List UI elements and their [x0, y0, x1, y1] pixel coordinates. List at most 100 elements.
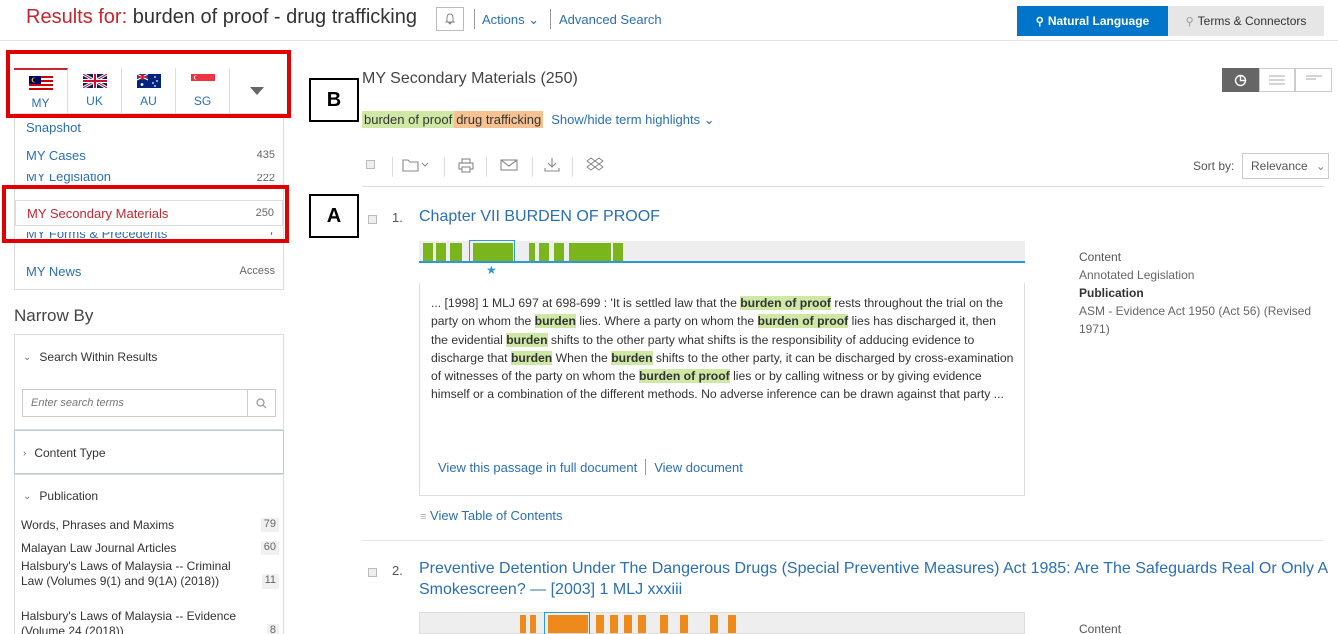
results-label: Results for: [26, 6, 128, 28]
hit-map-segment [520, 615, 526, 633]
publication-label: Halsbury's Laws of Malaysia -- Criminal … [21, 559, 231, 588]
search-within-title: Search Within Results [39, 350, 158, 364]
snippet-text: ... [1998] 1 MLJ 697 at 698-699 : 'It is… [431, 296, 741, 310]
meta-content-heading: Content [1079, 250, 1122, 264]
hit-map-segment [624, 615, 632, 633]
hit-map-segment [596, 615, 604, 633]
sidebar-item-legislation[interactable]: MY Legislation 222 [15, 174, 283, 184]
hit-map[interactable] [419, 240, 1025, 263]
view-toggle [1222, 68, 1333, 92]
term-highlight: burden of proof [362, 111, 455, 128]
search-icon: ⚲ [1035, 15, 1044, 28]
query-text: burden of proof - drug trafficking [132, 6, 417, 28]
search-icon: ⚲ [1185, 15, 1194, 28]
select-all-checkbox[interactable] [366, 160, 375, 169]
bell-icon[interactable] [436, 7, 464, 31]
result-title-link[interactable]: Preventive Detention Under The Dangerous… [419, 558, 1329, 600]
publication-label: Malayan Law Journal Articles [21, 541, 177, 555]
result-meta: Content [1079, 620, 1121, 634]
snippet-text: When the [552, 350, 612, 365]
results-heading: Results for: burden of proof - drug traf… [26, 6, 417, 29]
header-divider [0, 40, 1338, 41]
hit-map-segment [539, 243, 549, 261]
show-hide-highlights-link[interactable]: Show/hide term highlights ⌄ [551, 112, 714, 128]
publication-count: 8 [266, 624, 279, 634]
sidebar-item-count: 222 [256, 174, 275, 184]
term-highlight: burden [510, 350, 553, 365]
result-checkbox[interactable] [368, 215, 377, 224]
sidebar-item-label: MY Legislation [26, 174, 112, 184]
content-type-panel[interactable]: › Content Type [14, 430, 284, 474]
result-title-link[interactable]: Chapter VII BURDEN OF PROOF [419, 208, 660, 226]
hit-map[interactable] [419, 612, 1025, 634]
search-within-box [22, 389, 276, 417]
annotation-label-a: A [309, 194, 359, 238]
snippet-text: lies. Where a party on whom the [575, 314, 758, 329]
result-number: 1. [392, 210, 403, 225]
publication-count: 11 [261, 574, 279, 589]
meta-publication-heading: Publication [1079, 286, 1144, 300]
sidebar-item-news[interactable]: MY News Access [15, 258, 283, 284]
sort-value: Relevance [1251, 159, 1308, 173]
result-number: 2. [392, 563, 403, 578]
dropbox-icon[interactable] [586, 157, 604, 176]
compact-view-icon[interactable] [1295, 68, 1333, 92]
pie-chart-icon[interactable] [1222, 68, 1259, 92]
hit-map-segment [423, 243, 433, 261]
term-highlight: burden of proof [740, 296, 831, 310]
sidebar-item-cases[interactable]: MY Cases 435 [15, 142, 283, 168]
result-snippet: ... [1998] 1 MLJ 697 at 698-699 : 'It is… [431, 294, 1016, 404]
result-meta: Content Annotated Legislation Publicatio… [1079, 248, 1319, 338]
content-type-title: Content Type [34, 446, 106, 460]
annotation-box-a [2, 185, 289, 243]
natural-language-button[interactable]: ⚲ Natural Language [1017, 6, 1168, 36]
annotation-box-b [6, 50, 291, 118]
meta-content-heading: Content [1079, 622, 1122, 634]
view-toc-link[interactable]: ≡ View Table of Contents [420, 508, 563, 523]
list-view-icon[interactable] [1258, 68, 1296, 92]
hit-map-segment [660, 615, 668, 633]
email-icon[interactable] [500, 157, 518, 176]
actions-menu[interactable]: Actions ⌄ [482, 12, 539, 28]
hit-map-segment [529, 243, 535, 261]
narrow-by-heading: Narrow By [14, 306, 94, 325]
hit-map-segment [554, 243, 564, 261]
term-highlight: burden of proof [757, 314, 849, 329]
hit-map-segment [680, 615, 688, 633]
publication-count: 60 [260, 541, 279, 555]
view-document-link[interactable]: View document [654, 460, 743, 475]
advanced-search-link[interactable]: Advanced Search [559, 12, 662, 27]
hit-map-segment [436, 243, 446, 261]
meta-content-value: Annotated Legislation [1079, 268, 1195, 282]
hit-map-segment [710, 615, 718, 633]
page-title: MY Secondary Materials (250) [362, 70, 578, 87]
publication-filter[interactable]: Halsbury's Laws of Malaysia -- Criminal … [21, 559, 279, 589]
publication-filter[interactable]: Halsbury's Laws of Malaysia -- Evidence … [21, 609, 279, 634]
publication-filter[interactable]: Words, Phrases and Maxims 79 [21, 518, 279, 532]
publication-filter[interactable]: Malayan Law Journal Articles 60 [21, 541, 279, 555]
toolbar-divider [572, 157, 573, 177]
view-passage-link[interactable]: View this passage in full document [438, 460, 637, 475]
chevron-down-icon: ⌄ [1315, 159, 1326, 173]
result-checkbox[interactable] [368, 568, 377, 577]
search-within-header[interactable]: ⌄ Search Within Results [15, 335, 283, 379]
sort-select[interactable]: Relevance ⌄ [1242, 153, 1329, 179]
terms-connectors-label: Terms & Connectors [1197, 14, 1307, 28]
terms-connectors-button[interactable]: ⚲ Terms & Connectors [1168, 6, 1324, 36]
toolbar-divider [444, 157, 445, 177]
folder-icon[interactable] [402, 157, 429, 176]
print-icon[interactable] [458, 157, 474, 176]
chevron-down-icon: ⌄ [23, 490, 32, 502]
annotation-label-b: B [309, 78, 359, 122]
view-toc-label: View Table of Contents [430, 508, 563, 523]
chevron-down-icon: ⌄ [703, 111, 715, 127]
term-highlight: burden [506, 332, 548, 347]
search-icon[interactable] [247, 390, 275, 416]
search-within-input[interactable] [23, 390, 247, 416]
publication-header[interactable]: ⌄ Publication [15, 475, 283, 517]
download-icon[interactable] [544, 157, 560, 176]
content-type-header[interactable]: › Content Type [15, 431, 283, 475]
toolbar-divider [392, 157, 393, 177]
sort-label: Sort by: [1193, 159, 1235, 173]
publication-count: 79 [260, 518, 279, 532]
